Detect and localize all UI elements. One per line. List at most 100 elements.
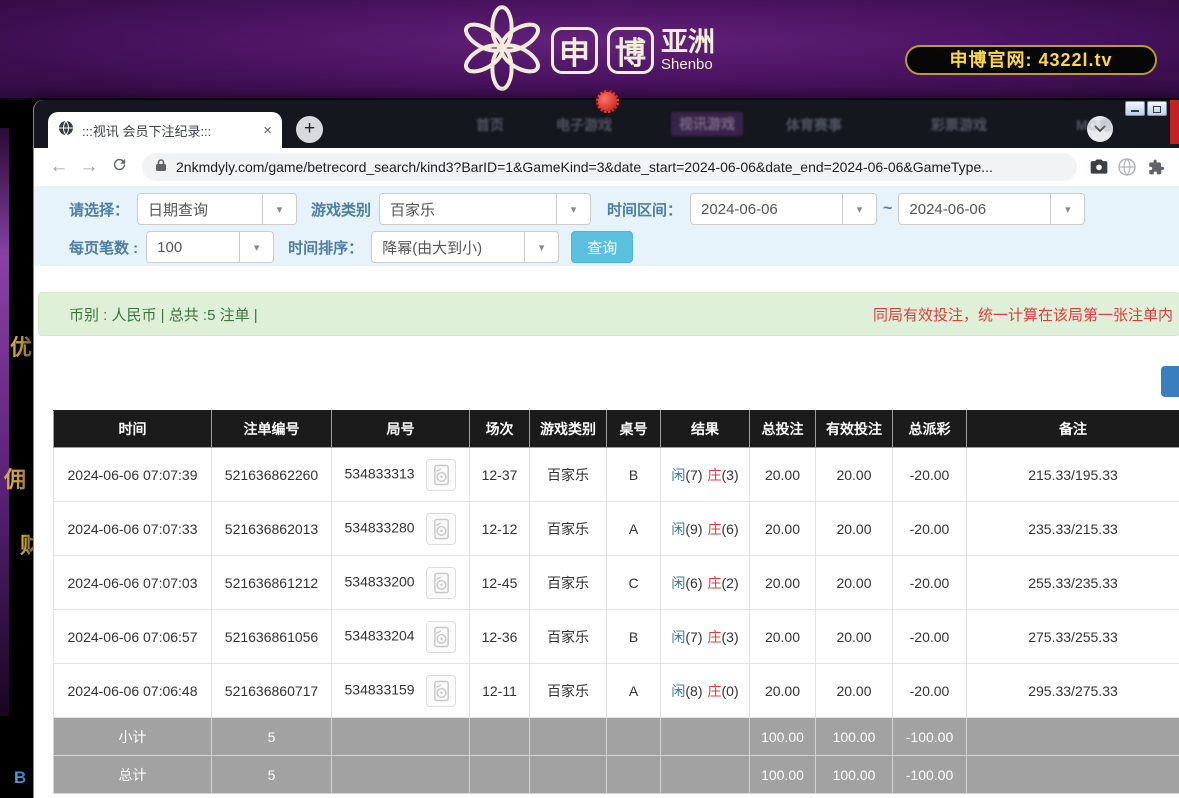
url-bar[interactable]: 2nkmdyly.com/game/betrecord_search/kind3… [142,153,1077,181]
cell-result: 闲(8)庄(0) [661,664,750,718]
background-nav-item: MG电 [1076,115,1113,135]
site-header: 申 博 亚洲 Shenbo 申博官网: 4322l.tv [0,0,1179,100]
dropdown-arrow-icon: ▾ [842,194,876,224]
cell-game-type: 百家乐 [530,448,607,502]
page-content: 请选择： 日期查询 ▾ 游戏类别 百家乐 ▾ 时间区间： 2024-06-06 … [34,186,1179,798]
cell-remark: 235.33/215.33 [967,502,1179,556]
cell-bet-number: 521636862260 [212,448,332,502]
favicon-globe-icon [58,120,74,141]
cell-session: 12-11 [470,664,530,718]
cell-time: 2024-06-06 07:06:48 [54,664,212,718]
cell-total-bet-link[interactable]: 20.00 [750,664,816,718]
video-replay-button[interactable] [426,567,456,599]
dropdown-arrow-icon: ▾ [1050,194,1084,224]
site-logo: 申 博 亚洲 Shenbo [462,4,715,97]
cell-table: B [607,610,661,664]
bet-record-table: 时间注单编号局号场次游戏类别桌号结果总投注有效投注总派彩备注 2024-06-0… [53,410,1179,794]
page-size-select[interactable]: 100 ▾ [146,231,274,263]
browser-tab[interactable]: :::视讯 会员下注纪录::: × [48,112,282,148]
video-replay-button[interactable] [426,621,456,653]
table-row: 2024-06-06 07:06:48 521636860717 5348331… [54,664,1179,718]
footer-payout: -100.00 [893,756,967,794]
cell-game-type: 百家乐 [530,502,607,556]
column-header: 总投注 [750,411,816,448]
window-close-remnant [1170,100,1179,144]
filter-panel: 请选择： 日期查询 ▾ 游戏类别 百家乐 ▾ 时间区间： 2024-06-06 … [34,186,1179,266]
dropdown-arrow-icon: ▾ [524,232,558,262]
column-header: 结果 [661,411,750,448]
table-row: 2024-06-06 07:07:39 521636862260 5348333… [54,448,1179,502]
footer-total-bet: 100.00 [750,718,816,756]
cell-bet-number: 521636861056 [212,610,332,664]
cell-table: A [607,502,661,556]
cell-bet-number: 521636860717 [212,664,332,718]
background-nav-item: 体育赛事 [786,115,842,135]
table-row: 2024-06-06 07:06:57 521636861056 5348332… [54,610,1179,664]
column-header: 备注 [967,411,1179,448]
forward-icon[interactable]: → [74,156,104,178]
column-header: 游戏类别 [530,411,607,448]
date-start-picker[interactable]: 2024-06-06 ▾ [690,193,877,225]
cell-time: 2024-06-06 07:06:57 [54,610,212,664]
column-header: 局号 [332,411,470,448]
cell-session: 12-12 [470,502,530,556]
cell-time: 2024-06-06 07:07:39 [54,448,212,502]
video-replay-button[interactable] [426,513,456,545]
close-tab-icon[interactable]: × [263,123,272,138]
browser-window: :::视讯 会员下注纪录::: × + 首页电子游戏视讯游戏体育赛事彩票游戏MG… [33,100,1179,798]
game-type-select[interactable]: 百家乐 ▾ [379,193,591,225]
column-header: 场次 [470,411,530,448]
column-header: 桌号 [607,411,661,448]
logo-region: 亚洲 [661,28,715,56]
cell-session: 12-45 [470,556,530,610]
cell-payout: -20.00 [893,448,967,502]
date-end-picker[interactable]: 2024-06-06 ▾ [898,193,1085,225]
background-fragment: B [14,768,32,788]
background-nav-item: 电子游戏 [556,115,612,135]
cell-valid-bet: 20.00 [816,502,893,556]
cell-valid-bet: 20.00 [816,448,893,502]
cell-round-number: 534833313 [332,448,470,502]
cell-total-bet-link[interactable]: 20.00 [750,610,816,664]
minimize-button[interactable] [1125,101,1145,116]
game-type-label: 游戏类别 [311,199,371,220]
currency-total-text: 币别 : 人民币 | 总共 :5 注单 | [69,304,258,325]
table-row: 2024-06-06 07:07:03 521636861212 5348332… [54,556,1179,610]
cell-table: B [607,448,661,502]
cell-total-bet-link[interactable]: 20.00 [750,448,816,502]
video-replay-button[interactable] [426,675,456,707]
camera-icon[interactable] [1085,157,1113,177]
logo-char-shen: 申 [551,27,598,74]
background-nav-item: 首页 [476,115,504,135]
notice-text: 同局有效投注，统一计算在该局第一张注单内 [873,304,1173,325]
summary-bar: 币别 : 人民币 | 总共 :5 注单 | 同局有效投注，统一计算在该局第一张注… [38,292,1179,336]
cell-game-type: 百家乐 [530,556,607,610]
globe-icon[interactable] [1113,158,1141,176]
sort-select[interactable]: 降幂(由大到小) ▾ [371,231,559,263]
cell-total-bet-link[interactable]: 20.00 [750,502,816,556]
browser-toolbar: ← → 2nkmdyly.com/game/betrecord_search/k… [34,148,1179,186]
cell-total-bet-link[interactable]: 20.00 [750,556,816,610]
cell-payout: -20.00 [893,664,967,718]
background-sidebar-edge [0,128,9,716]
cell-round-number: 534833159 [332,664,470,718]
back-icon[interactable]: ← [44,156,74,178]
dropdown-arrow-icon: ▾ [239,232,273,262]
footer-payout: -100.00 [893,718,967,756]
table-header-row: 时间注单编号局号场次游戏类别桌号结果总投注有效投注总派彩备注 [54,411,1179,448]
restore-button[interactable] [1147,101,1167,116]
search-button[interactable]: 查询 [571,231,633,263]
footer-label: 总计 [54,756,212,794]
select-type-label: 请选择： [69,199,129,220]
query-type-select[interactable]: 日期查询 ▾ [137,193,297,225]
footer-valid-bet: 100.00 [816,718,893,756]
cell-session: 12-36 [470,610,530,664]
date-range-label: 时间区间： [607,199,682,220]
cell-payout: -20.00 [893,610,967,664]
reload-icon[interactable] [104,156,134,178]
new-tab-button[interactable]: + [296,116,323,143]
cell-time: 2024-06-06 07:07:33 [54,502,212,556]
extensions-puzzle-icon[interactable] [1141,158,1169,177]
video-replay-button[interactable] [426,459,456,491]
floating-panel-button[interactable] [1161,366,1179,397]
